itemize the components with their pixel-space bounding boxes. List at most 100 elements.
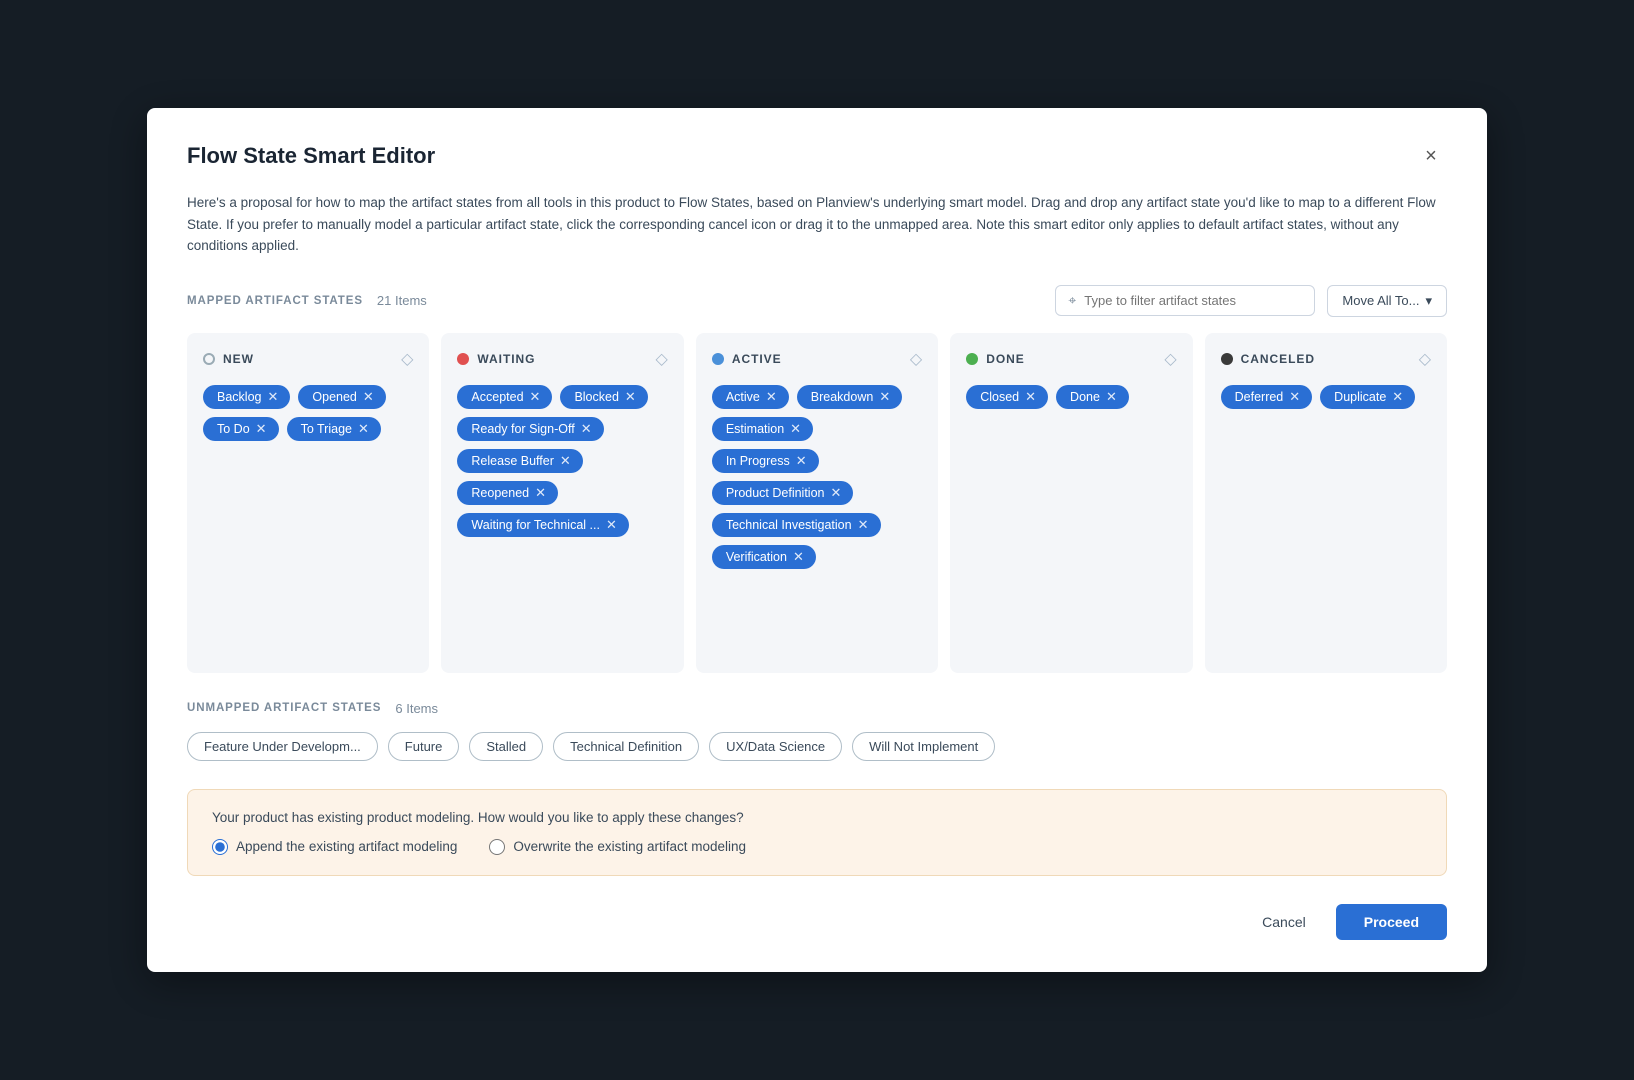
radio-label-append[interactable]: Append the existing artifact modeling [212,839,457,855]
tag-label: Blocked [574,390,618,404]
tag-remove-button[interactable]: ✕ [535,486,546,499]
mapped-section-header: MAPPED ARTIFACT STATES 21 Items ⌖ Move A… [187,285,1447,317]
move-all-dropdown-icon: ▾ [1425,293,1432,309]
tag-item: Product Definition ✕ [712,481,854,505]
unmapped-tag-item: UX/Data Science [709,732,842,761]
column-title-wrap-active: ACTIVE [712,352,782,366]
tag-remove-button[interactable]: ✕ [625,390,636,403]
tag-item: Release Buffer ✕ [457,449,582,473]
column-diamond-active[interactable]: ◇ [910,349,922,369]
modal-overlay: Flow State Smart Editor × Here's a propo… [0,0,1634,1080]
tag-remove-button[interactable]: ✕ [530,390,541,403]
tag-label: Product Definition [726,486,825,500]
column-diamond-done[interactable]: ◇ [1164,349,1176,369]
flow-column-new: NEW◇Backlog✕Opened✕To Do✕To Triage✕ [187,333,429,673]
tag-item: Backlog✕ [203,385,290,409]
tag-remove-button[interactable]: ✕ [1106,390,1117,403]
tag-remove-button[interactable]: ✕ [1289,390,1300,403]
mapped-label: MAPPED ARTIFACT STATES [187,295,363,307]
tag-item: Technical Investigation ✕ [712,513,881,537]
modal-header: Flow State Smart Editor × [187,140,1447,172]
tag-remove-button[interactable]: ✕ [766,390,777,403]
tag-label: Opened [312,390,356,404]
tag-label: Estimation [726,422,784,436]
modal-dialog: Flow State Smart Editor × Here's a propo… [147,108,1487,972]
tag-label: Done [1070,390,1100,404]
unmapped-tag-item: Will Not Implement [852,732,995,761]
column-header-canceled: CANCELED ◇ [1221,349,1431,369]
tag-item: To Do ✕ [203,417,279,441]
column-dot-done [966,353,978,365]
radio-text-overwrite: Overwrite the existing artifact modeling [513,839,746,854]
tag-item: Ready for Sign-Off✕ [457,417,603,441]
column-diamond-new[interactable]: ◇ [401,349,413,369]
tag-remove-button[interactable]: ✕ [560,454,571,467]
tag-label: To Do [217,422,250,436]
tag-label: Technical Investigation [726,518,852,532]
flow-column-canceled: CANCELED ◇ Deferred✕ Duplicate ✕ [1205,333,1447,673]
tag-remove-button[interactable]: ✕ [793,550,804,563]
tag-item: Breakdown ✕ [797,385,902,409]
column-title-wrap-canceled: CANCELED [1221,352,1315,366]
notice-box: Your product has existing product modeli… [187,789,1447,876]
tag-item: Opened ✕ [298,385,385,409]
column-title-active: ACTIVE [732,352,782,366]
tag-item: In Progress✕ [712,449,819,473]
radio-input-overwrite[interactable] [489,839,505,855]
columns-row: NEW◇Backlog✕Opened✕To Do✕To Triage✕WAITI… [187,333,1447,673]
move-all-button[interactable]: Move All To... ▾ [1327,285,1447,317]
unmapped-count: 6 Items [395,701,438,716]
column-diamond-waiting[interactable]: ◇ [656,349,668,369]
tag-remove-button[interactable]: ✕ [581,422,592,435]
column-title-wrap-new: NEW [203,352,254,366]
tag-remove-button[interactable]: ✕ [830,486,841,499]
tag-label: Release Buffer [471,454,553,468]
column-diamond-canceled[interactable]: ◇ [1419,349,1431,369]
tag-remove-button[interactable]: ✕ [256,422,267,435]
tag-label: Waiting for Technical ... [471,518,600,532]
mapped-count: 21 Items [377,293,427,308]
tag-item: Estimation ✕ [712,417,813,441]
filter-input[interactable] [1084,293,1302,308]
unmapped-section-header: UNMAPPED ARTIFACT STATES 6 Items [187,701,1447,716]
tag-label: Reopened [471,486,529,500]
flow-column-waiting: WAITING◇Accepted✕Blocked✕Ready for Sign-… [441,333,683,673]
unmapped-label: UNMAPPED ARTIFACT STATES [187,702,381,714]
tags-container-waiting: Accepted✕Blocked✕Ready for Sign-Off✕Rele… [457,385,667,537]
tag-remove-button[interactable]: ✕ [358,422,369,435]
column-title-canceled: CANCELED [1241,352,1315,366]
tag-item: To Triage✕ [287,417,381,441]
tag-remove-button[interactable]: ✕ [1025,390,1036,403]
tag-remove-button[interactable]: ✕ [858,518,869,531]
radio-input-append[interactable] [212,839,228,855]
tag-remove-button[interactable]: ✕ [879,390,890,403]
tag-remove-button[interactable]: ✕ [796,454,807,467]
radio-label-overwrite[interactable]: Overwrite the existing artifact modeling [489,839,746,855]
unmapped-tag-item: Feature Under Developm... [187,732,378,761]
tag-remove-button[interactable]: ✕ [790,422,801,435]
tag-remove-button[interactable]: ✕ [267,390,278,403]
proceed-button[interactable]: Proceed [1336,904,1447,940]
tag-item: Done ✕ [1056,385,1129,409]
column-header-new: NEW ◇ [203,349,413,369]
tag-label: Duplicate [1334,390,1386,404]
tag-label: Breakdown [811,390,874,404]
tag-remove-button[interactable]: ✕ [1392,390,1403,403]
modal-description: Here's a proposal for how to map the art… [187,192,1447,257]
move-all-label: Move All To... [1342,293,1419,308]
tag-item: Blocked ✕ [560,385,647,409]
flow-column-done: DONE◇Closed✕Done✕ [950,333,1192,673]
unmapped-tags: Feature Under Developm...FutureStalledTe… [187,732,1447,761]
tag-item: Deferred✕ [1221,385,1313,409]
column-dot-waiting [457,353,469,365]
tag-remove-button[interactable]: ✕ [606,518,617,531]
tag-item: Verification✕ [712,545,816,569]
filter-input-wrap[interactable]: ⌖ [1055,285,1315,316]
tags-container-canceled: Deferred✕ Duplicate ✕ [1221,385,1431,409]
tag-remove-button[interactable]: ✕ [363,390,374,403]
close-button[interactable]: × [1415,140,1447,172]
cancel-button[interactable]: Cancel [1244,904,1324,940]
column-title-wrap-done: DONE [966,352,1025,366]
modal-title: Flow State Smart Editor [187,143,435,169]
radio-text-append: Append the existing artifact modeling [236,839,457,854]
